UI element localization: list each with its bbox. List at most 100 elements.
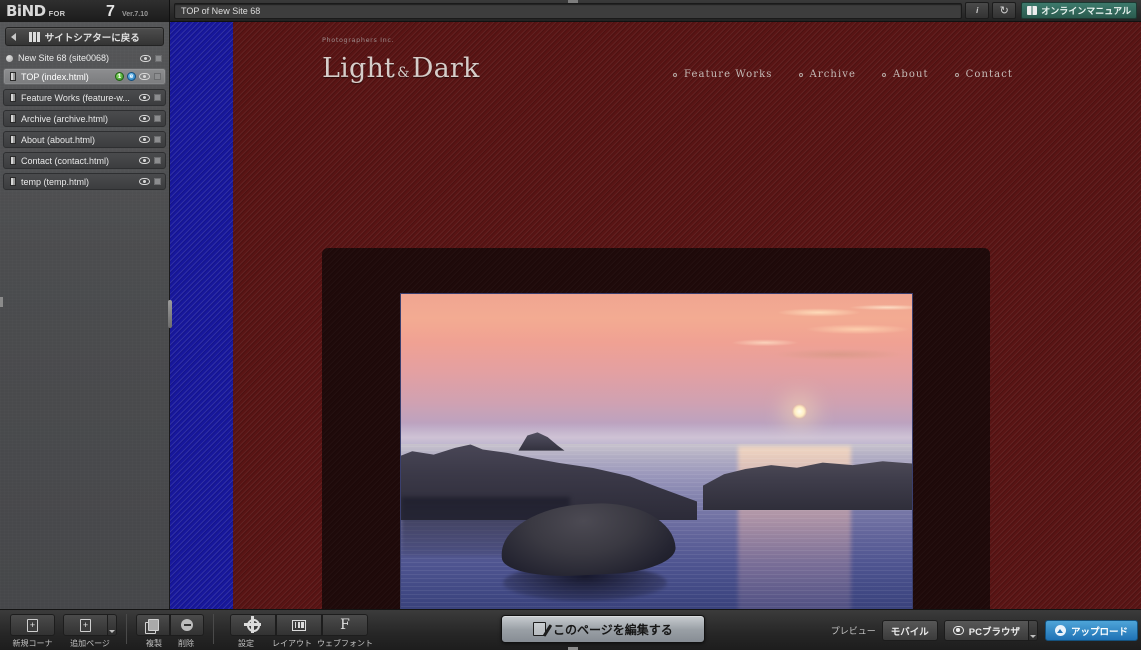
- settings-button[interactable]: [230, 614, 276, 636]
- brand-name: BiND: [6, 1, 46, 20]
- reload-icon[interactable]: ↻: [992, 2, 1017, 19]
- add-page-dropdown-arrow[interactable]: [108, 614, 117, 636]
- lock-square-icon[interactable]: [154, 178, 161, 185]
- app-version-text: Ver.7.10 (b1278): [121, 10, 149, 18]
- nav-item-contact[interactable]: Contact: [954, 69, 1013, 80]
- upload-button[interactable]: アップロード: [1044, 620, 1138, 641]
- site-preview-canvas[interactable]: Photographers Inc. Light &Dark Feature Wo…: [170, 22, 1141, 609]
- nav-item-about[interactable]: About: [882, 69, 929, 80]
- web-font-button[interactable]: F: [322, 614, 368, 636]
- page-edit-buttons: [136, 614, 204, 636]
- page-title-value: TOP of New Site 68: [181, 5, 261, 16]
- nav-item-label: Archive: [809, 69, 857, 80]
- delete-caption: 削除: [178, 639, 194, 648]
- address-bar-area: TOP of New Site 68 i ↻ オンラインマニュアル: [170, 0, 1141, 22]
- web-font-icon: F: [340, 617, 350, 633]
- pc-browser-dropdown-arrow[interactable]: [1028, 620, 1038, 641]
- lock-square-icon[interactable]: [154, 115, 161, 122]
- lock-square-icon[interactable]: [154, 136, 161, 143]
- sidebar-page-row-contact[interactable]: Contact (contact.html): [3, 152, 166, 169]
- sidebar-splitter-handle[interactable]: [168, 300, 172, 328]
- visibility-eye-icon[interactable]: [140, 54, 151, 63]
- sidebar-page-label: TOP (index.html): [21, 71, 89, 82]
- back-to-site-theater-label: サイトシアターに戻る: [44, 32, 140, 44]
- delete-button[interactable]: [170, 614, 204, 636]
- sidebar-page-row-top[interactable]: TOP (index.html) 1 e: [3, 68, 166, 85]
- page-status-badge-blue[interactable]: e: [127, 72, 136, 81]
- logo-text-light: Light: [322, 53, 396, 84]
- blue-stripe-band: [170, 22, 233, 609]
- nav-item-archive[interactable]: Archive: [798, 69, 857, 80]
- lock-square-icon[interactable]: [154, 73, 161, 80]
- visibility-eye-icon[interactable]: [139, 177, 150, 186]
- bind-application-window: BiND FOR WEBLIFE® 7 Ver.7.10 (b1278) TOP…: [0, 0, 1141, 650]
- visibility-eye-icon[interactable]: [139, 114, 150, 123]
- hero-photo[interactable]: [400, 293, 913, 609]
- lock-square-icon[interactable]: [154, 157, 161, 164]
- site-root-label: New Site 68 (site0068): [18, 53, 110, 63]
- reload-glyph: ↻: [999, 5, 1009, 17]
- edit-this-page-button[interactable]: このページを編集する: [500, 615, 705, 643]
- theater-bars-icon: [29, 31, 40, 42]
- bullet-icon: [673, 72, 677, 77]
- pc-browser-group: PCブラウザ: [943, 620, 1038, 641]
- layout-button[interactable]: [276, 614, 322, 636]
- mobile-preview-button[interactable]: モバイル: [881, 620, 938, 641]
- page-icon: [10, 93, 16, 102]
- theater-button-wrap: サイトシアターに戻る: [0, 22, 169, 50]
- site-tree-root[interactable]: New Site 68 (site0068): [3, 50, 166, 66]
- page-icon: [10, 114, 16, 123]
- layout-icon: [292, 619, 306, 631]
- page-settings-group: F 設定 レイアウト ウェブフォント: [223, 610, 375, 649]
- page-icon: [10, 177, 16, 186]
- preview-publish-zone: プレビュー モバイル PCブラウザ アップロード: [831, 610, 1141, 641]
- visibility-eye-icon[interactable]: [139, 156, 150, 165]
- visibility-eye-icon[interactable]: [139, 72, 150, 81]
- window-left-grab-handle[interactable]: [0, 297, 3, 307]
- visibility-eye-icon[interactable]: [139, 93, 150, 102]
- sidebar-page-row-about[interactable]: About (about.html): [3, 131, 166, 148]
- site-tree: New Site 68 (site0068) TOP (index.html) …: [0, 50, 169, 190]
- site-logo[interactable]: Light &Dark: [322, 53, 480, 84]
- nav-item-feature-works[interactable]: Feature Works: [673, 69, 773, 80]
- duplicate-caption: 複製: [146, 639, 162, 648]
- edit-pencil-icon: [532, 622, 546, 636]
- nav-item-label: Feature Works: [684, 69, 773, 80]
- page-settings-captions: 設定 レイアウト ウェブフォント: [223, 638, 375, 649]
- info-glyph: i: [976, 6, 979, 15]
- toolbar-divider: [126, 614, 127, 644]
- page-edit-captions: 複製 削除: [138, 638, 202, 649]
- mobile-preview-label: モバイル: [890, 626, 929, 638]
- site-tagline: Photographers Inc.: [322, 36, 395, 44]
- photo-clouds: [666, 294, 912, 378]
- bullet-icon: [954, 72, 959, 77]
- nav-item-label: About: [893, 69, 929, 80]
- app-branding: BiND FOR WEBLIFE® 7 Ver.7.10 (b1278): [0, 0, 170, 22]
- back-to-site-theater-button[interactable]: サイトシアターに戻る: [5, 27, 164, 46]
- sidebar-page-label: Feature Works (feature-w...: [21, 92, 130, 103]
- duplicate-button[interactable]: [136, 614, 170, 636]
- page-status-badge-green[interactable]: 1: [115, 72, 124, 81]
- page-icon: [10, 135, 16, 144]
- info-icon[interactable]: i: [965, 2, 990, 19]
- online-manual-button[interactable]: オンラインマニュアル: [1021, 2, 1137, 19]
- visibility-eye-icon[interactable]: [139, 135, 150, 144]
- page-icon: [10, 72, 16, 81]
- brand-tagline: FOR WEBLIFE®: [48, 8, 66, 18]
- pc-browser-button[interactable]: PCブラウザ: [943, 620, 1029, 641]
- sidebar-page-row-feature-works[interactable]: Feature Works (feature-w...: [3, 89, 166, 106]
- page-title-field[interactable]: TOP of New Site 68: [174, 2, 963, 19]
- sidebar-page-row-temp[interactable]: temp (temp.html): [3, 173, 166, 190]
- window-top-grab-handle[interactable]: [568, 0, 578, 3]
- bullet-icon: [882, 72, 887, 77]
- new-corner-button[interactable]: +: [10, 614, 55, 636]
- sidebar-page-label: Contact (contact.html): [21, 155, 110, 166]
- bottom-toolbar: + + 新規コーナー 追加ページ: [0, 609, 1141, 650]
- lock-square-icon[interactable]: [155, 54, 162, 62]
- sidebar-page-row-archive[interactable]: Archive (archive.html): [3, 110, 166, 127]
- add-page-button[interactable]: +: [63, 614, 108, 636]
- lock-square-icon[interactable]: [154, 94, 161, 101]
- book-icon: [1027, 6, 1038, 15]
- site-navigation: Feature Works Archive About Contact: [673, 69, 1013, 80]
- bullet-icon: [798, 72, 803, 77]
